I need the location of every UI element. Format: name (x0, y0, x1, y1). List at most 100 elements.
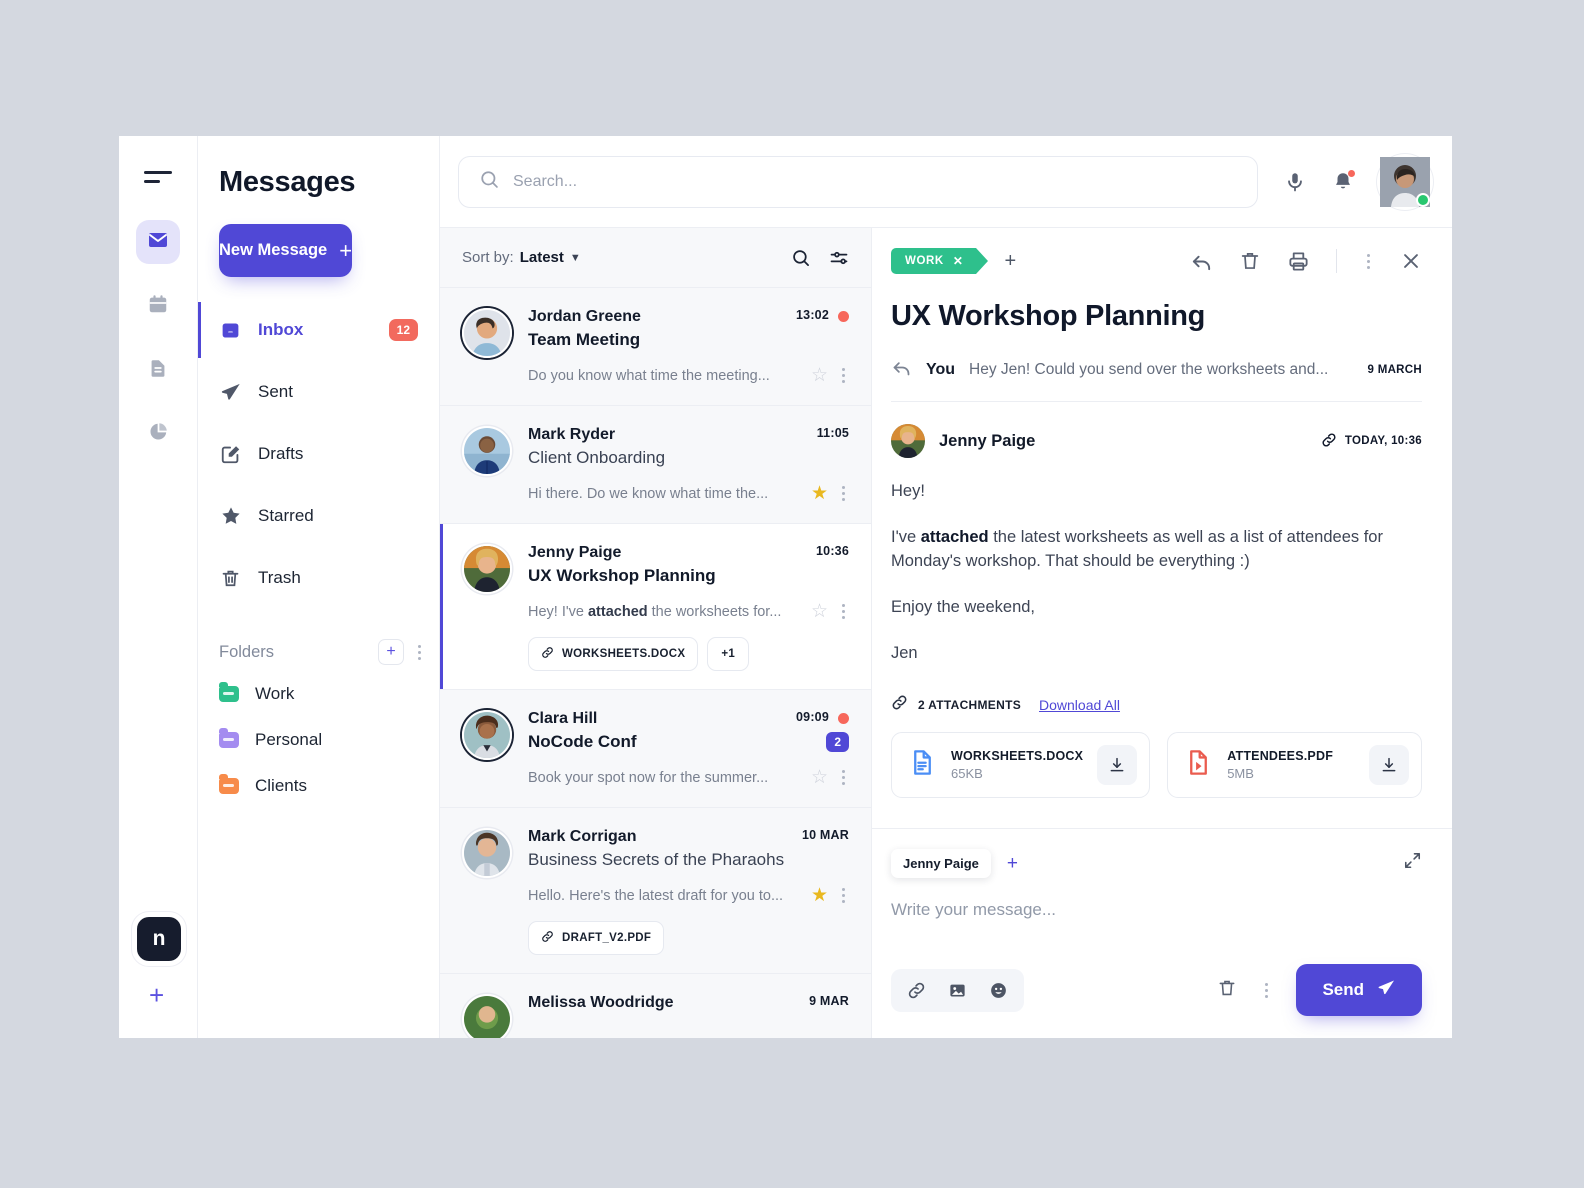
star-toggle-icon[interactable]: ★ (811, 484, 828, 503)
app-logo-letter: n (152, 927, 166, 950)
table-row[interactable]: Clara Hill 09:09 NoCode Conf 2 Book your… (440, 690, 871, 808)
folders-more-icon[interactable] (414, 641, 425, 664)
message-list-header: Sort by: Latest ▼ (440, 228, 871, 288)
emoji-button[interactable] (989, 981, 1008, 1000)
sidebar-item-drafts[interactable]: Drafts (198, 431, 439, 477)
app-logo[interactable]: n (137, 917, 181, 961)
timestamp-text: TODAY, 10:36 (1344, 435, 1422, 447)
attachment-card[interactable]: WORKSHEETS.DOCX 65KB (891, 731, 1151, 798)
close-button[interactable] (1400, 250, 1422, 272)
send-button[interactable]: Send (1296, 964, 1422, 1016)
list-search-button[interactable] (791, 248, 811, 268)
search-icon (479, 169, 500, 195)
add-tag-button[interactable]: + (1004, 251, 1016, 271)
add-workspace-icon[interactable]: + (149, 982, 164, 1008)
rail-item-calendar[interactable] (136, 284, 180, 328)
menu-toggle-icon[interactable] (144, 168, 172, 186)
status-badge[interactable]: WORK ✕ (891, 248, 990, 274)
expand-compose-icon[interactable] (1403, 851, 1422, 875)
download-button[interactable] (1369, 744, 1409, 785)
sidebar-item-starred[interactable]: Starred (198, 493, 439, 539)
subject: Team Meeting (528, 330, 641, 349)
table-row[interactable]: Jordan Greene 13:02 Team Meeting Do you … (440, 288, 871, 406)
attach-image-button[interactable] (948, 981, 967, 1000)
timestamp: 10:36 (816, 544, 849, 558)
close-icon[interactable]: ✕ (953, 254, 964, 268)
attachment-filesize: 5MB (1227, 765, 1254, 781)
online-status-indicator (1416, 192, 1430, 207)
avatar (462, 994, 512, 1038)
folder-label: Personal (255, 730, 323, 749)
attachment-more-chip[interactable]: +1 (707, 637, 750, 671)
attachment-filename: ATTENDEES.PDF (1227, 748, 1334, 763)
avatar (462, 426, 512, 476)
star-toggle-icon[interactable]: ☆ (811, 768, 828, 787)
row-more-icon[interactable] (838, 482, 849, 505)
avatar (462, 544, 512, 594)
more-options-icon[interactable] (1363, 250, 1374, 273)
print-button[interactable] (1287, 250, 1310, 273)
star-toggle-icon[interactable]: ☆ (811, 602, 828, 621)
search-box[interactable] (458, 155, 1258, 208)
message-input[interactable]: Write your message... (891, 900, 1422, 920)
sidebar-item-trash[interactable]: Trash (198, 555, 439, 601)
folder-icon (219, 682, 239, 702)
sort-by-dropdown[interactable]: Sort by: Latest ▼ (462, 249, 773, 266)
search-input[interactable] (513, 172, 1237, 191)
link-icon (1321, 432, 1337, 451)
discard-draft-button[interactable] (1217, 978, 1237, 1003)
sidebar-folder-clients[interactable]: Clients (198, 763, 439, 809)
attachment-chip[interactable]: DRAFT_V2.PDF (528, 921, 665, 955)
add-recipient-button[interactable]: + (1007, 854, 1018, 873)
attachment-chip[interactable]: WORKSHEETS.DOCX (528, 637, 699, 671)
folder-label: Work (255, 684, 295, 703)
row-more-icon[interactable] (838, 364, 849, 387)
sidebar-item-sent[interactable]: Sent (198, 369, 439, 415)
row-more-icon[interactable] (838, 766, 849, 789)
new-message-button[interactable]: New Message + (219, 224, 353, 277)
rail-item-mail[interactable] (136, 220, 180, 264)
add-folder-button[interactable]: + (378, 639, 404, 665)
thread-snippet: Hey Jen! Could you send over the workshe… (969, 361, 1329, 378)
notification-dot (1348, 169, 1355, 177)
attachment-card[interactable]: ATTENDEES.PDF 5MB (1167, 731, 1422, 798)
compose-area: Jenny Paige + Write your message... Send (872, 827, 1452, 1038)
recipient-chip[interactable]: Jenny Paige (891, 848, 991, 878)
delete-button[interactable] (1239, 250, 1261, 272)
sidebar-folder-personal[interactable]: Personal (198, 717, 439, 763)
sender-name: Clara Hill (528, 710, 598, 727)
table-row[interactable]: Mark Corrigan 10 MAR Business Secrets of… (440, 808, 871, 974)
rail-item-documents[interactable] (136, 348, 180, 392)
star-toggle-icon[interactable]: ☆ (811, 366, 828, 385)
attach-link-button[interactable] (907, 981, 926, 1000)
notifications-button[interactable] (1332, 169, 1355, 193)
sender-name: Jenny Paige (528, 544, 622, 561)
inbox-unread-badge: 12 (388, 319, 418, 341)
main-area: Sort by: Latest ▼ (440, 136, 1452, 1038)
list-filter-button[interactable] (829, 248, 849, 268)
row-more-icon[interactable] (838, 884, 849, 907)
sidebar-item-inbox[interactable]: Inbox 12 (198, 302, 439, 358)
folder-sidebar: Messages New Message + Inbox 12 Sent Dra… (198, 136, 440, 1038)
download-all-link[interactable]: Download All (1039, 697, 1120, 713)
microphone-button[interactable] (1284, 171, 1306, 193)
star-toggle-icon[interactable]: ★ (811, 886, 828, 905)
row-more-icon[interactable] (838, 600, 849, 623)
plus-icon: + (339, 237, 353, 263)
avatar[interactable] (1380, 156, 1430, 207)
sidebar-folder-work[interactable]: Work (198, 671, 439, 717)
link-icon (891, 694, 908, 716)
table-row[interactable]: Melissa Woodridge 9 MAR (440, 974, 871, 1038)
thread-previous-message[interactable]: You Hey Jen! Could you send over the wor… (891, 357, 1422, 402)
compose-more-icon[interactable] (1261, 979, 1272, 1002)
rail-item-analytics[interactable] (136, 412, 180, 456)
reply-button[interactable] (1190, 250, 1213, 273)
table-row[interactable]: Mark Ryder 11:05 Client Onboarding Hi th… (440, 406, 871, 524)
table-row[interactable]: Jenny Paige 10:36 UX Workshop Planning H… (440, 524, 871, 690)
preview-text: Hey! I've attached the worksheets for... (528, 603, 782, 620)
message-paragraph: Enjoy the weekend, (891, 597, 1036, 616)
subject: UX Workshop Planning (528, 566, 716, 585)
tag-label: WORK (905, 255, 944, 267)
download-button[interactable] (1097, 744, 1138, 785)
divider (1336, 249, 1337, 273)
